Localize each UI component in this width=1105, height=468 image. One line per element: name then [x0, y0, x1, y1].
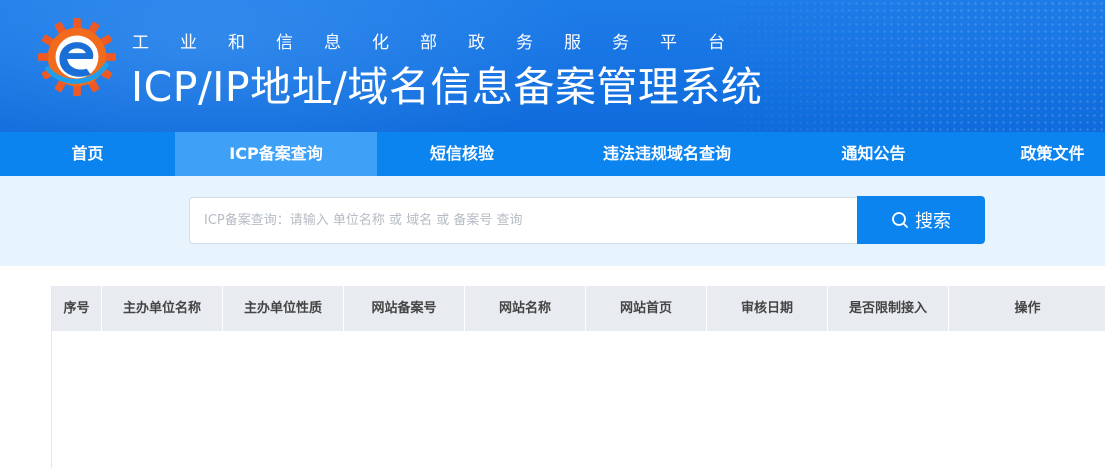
col-header-actions[interactable]: 操作 — [949, 286, 1105, 331]
nav-item-home[interactable]: 首页 — [0, 132, 175, 176]
table-header: 序号 主办单位名称 主办单位性质 网站备案号 网站名称 网站首页 审核日期 是否… — [52, 286, 1105, 331]
nav-item-notices[interactable]: 通知公告 — [787, 132, 960, 176]
col-header-access-restricted[interactable]: 是否限制接入 — [828, 286, 949, 331]
col-header-org-name[interactable]: 主办单位名称 — [102, 286, 223, 331]
nav-item-sms-verify[interactable]: 短信核验 — [377, 132, 547, 176]
col-header-index[interactable]: 序号 — [52, 286, 102, 331]
results-table: 序号 主办单位名称 主办单位性质 网站备案号 网站名称 网站首页 审核日期 是否… — [51, 286, 1105, 468]
search-input[interactable] — [189, 197, 857, 244]
page-title: ICP/IP地址/域名信息备案管理系统 — [131, 63, 763, 111]
col-header-org-type[interactable]: 主办单位性质 — [223, 286, 344, 331]
col-header-review-date[interactable]: 审核日期 — [707, 286, 828, 331]
nav-item-policy-docs[interactable]: 政策文件 — [960, 132, 1105, 176]
col-header-site-name[interactable]: 网站名称 — [465, 286, 586, 331]
header-banner: 工业和信息化部政务服务平台 ICP/IP地址/域名信息备案管理系统 — [0, 0, 1105, 132]
nav-item-illegal-domain-query[interactable]: 违法违规域名查询 — [547, 132, 787, 176]
nav-item-icp-query[interactable]: ICP备案查询 — [175, 132, 377, 176]
search-button-label: 搜索 — [915, 211, 951, 232]
logo-gear-e-icon — [38, 18, 116, 96]
col-header-homepage[interactable]: 网站首页 — [586, 286, 707, 331]
col-header-license-no[interactable]: 网站备案号 — [344, 286, 465, 331]
main-nav: 首页 ICP备案查询 短信核验 违法违规域名查询 通知公告 政策文件 — [0, 132, 1105, 176]
search-icon — [892, 212, 908, 228]
search-button[interactable]: 搜索 — [857, 196, 985, 244]
banner-subtitle: 工业和信息化部政务服务平台 — [132, 33, 756, 53]
